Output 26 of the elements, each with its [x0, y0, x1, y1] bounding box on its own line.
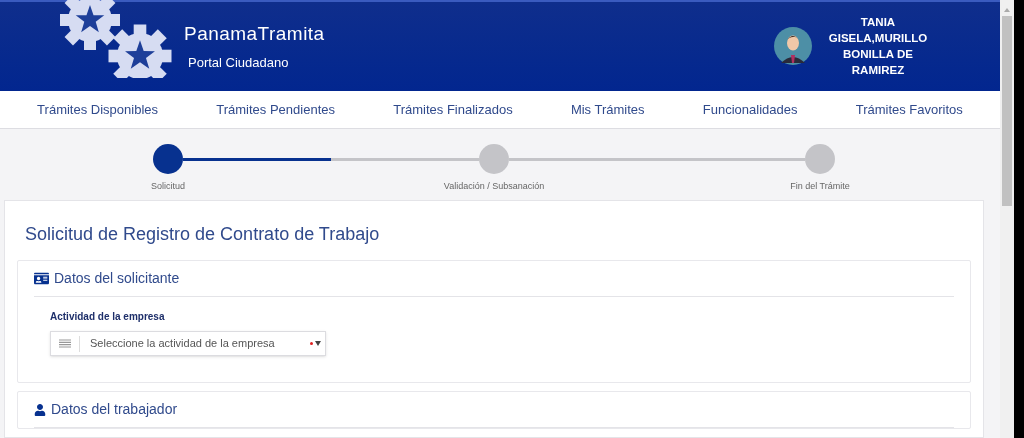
step-label: Validación / Subsanación — [443, 180, 545, 194]
user-avatar[interactable] — [774, 27, 812, 66]
scroll-up-icon[interactable] — [1004, 8, 1010, 12]
section-title: Datos del trabajador — [51, 400, 178, 419]
field-label: Actividad de la empresa — [50, 310, 166, 324]
caret-icon — [315, 341, 321, 346]
nav-link[interactable]: Trámites Disponibles — [37, 99, 158, 120]
step-label: Solicitud — [151, 180, 185, 194]
step-label: Fin del Trámite — [790, 180, 850, 194]
brand-subtitle: Portal Ciudadano — [188, 53, 290, 72]
form-title: Solicitud de Registro de Contrato de Trabajo — [25, 223, 381, 246]
scrollbar[interactable] — [1000, 0, 1014, 438]
select-placeholder: Seleccione la actividad de la empresa — [90, 336, 275, 352]
nav-link[interactable]: Funcionalidades — [702, 99, 798, 120]
id-card-icon — [34, 271, 49, 286]
list-icon — [59, 339, 71, 348]
nav-link[interactable]: Trámites Favoritos — [855, 99, 963, 120]
nav-link[interactable]: Trámites Finalizados — [393, 99, 513, 120]
user-name: TANIA GISELA,MURILLO BONILLA DE RAMIREZ — [827, 15, 929, 79]
section-title: Datos del solicitante — [54, 269, 180, 288]
nav-link[interactable]: Trámites Pendientes — [216, 99, 335, 120]
activity-select[interactable]: Seleccione la actividad de la empresa — [50, 331, 326, 356]
scrollbar-thumb[interactable] — [1002, 16, 1012, 206]
brand-title: PanamaTramita — [184, 22, 325, 47]
nav-link[interactable]: Mis Trámites — [570, 99, 645, 120]
user-icon — [34, 403, 46, 416]
